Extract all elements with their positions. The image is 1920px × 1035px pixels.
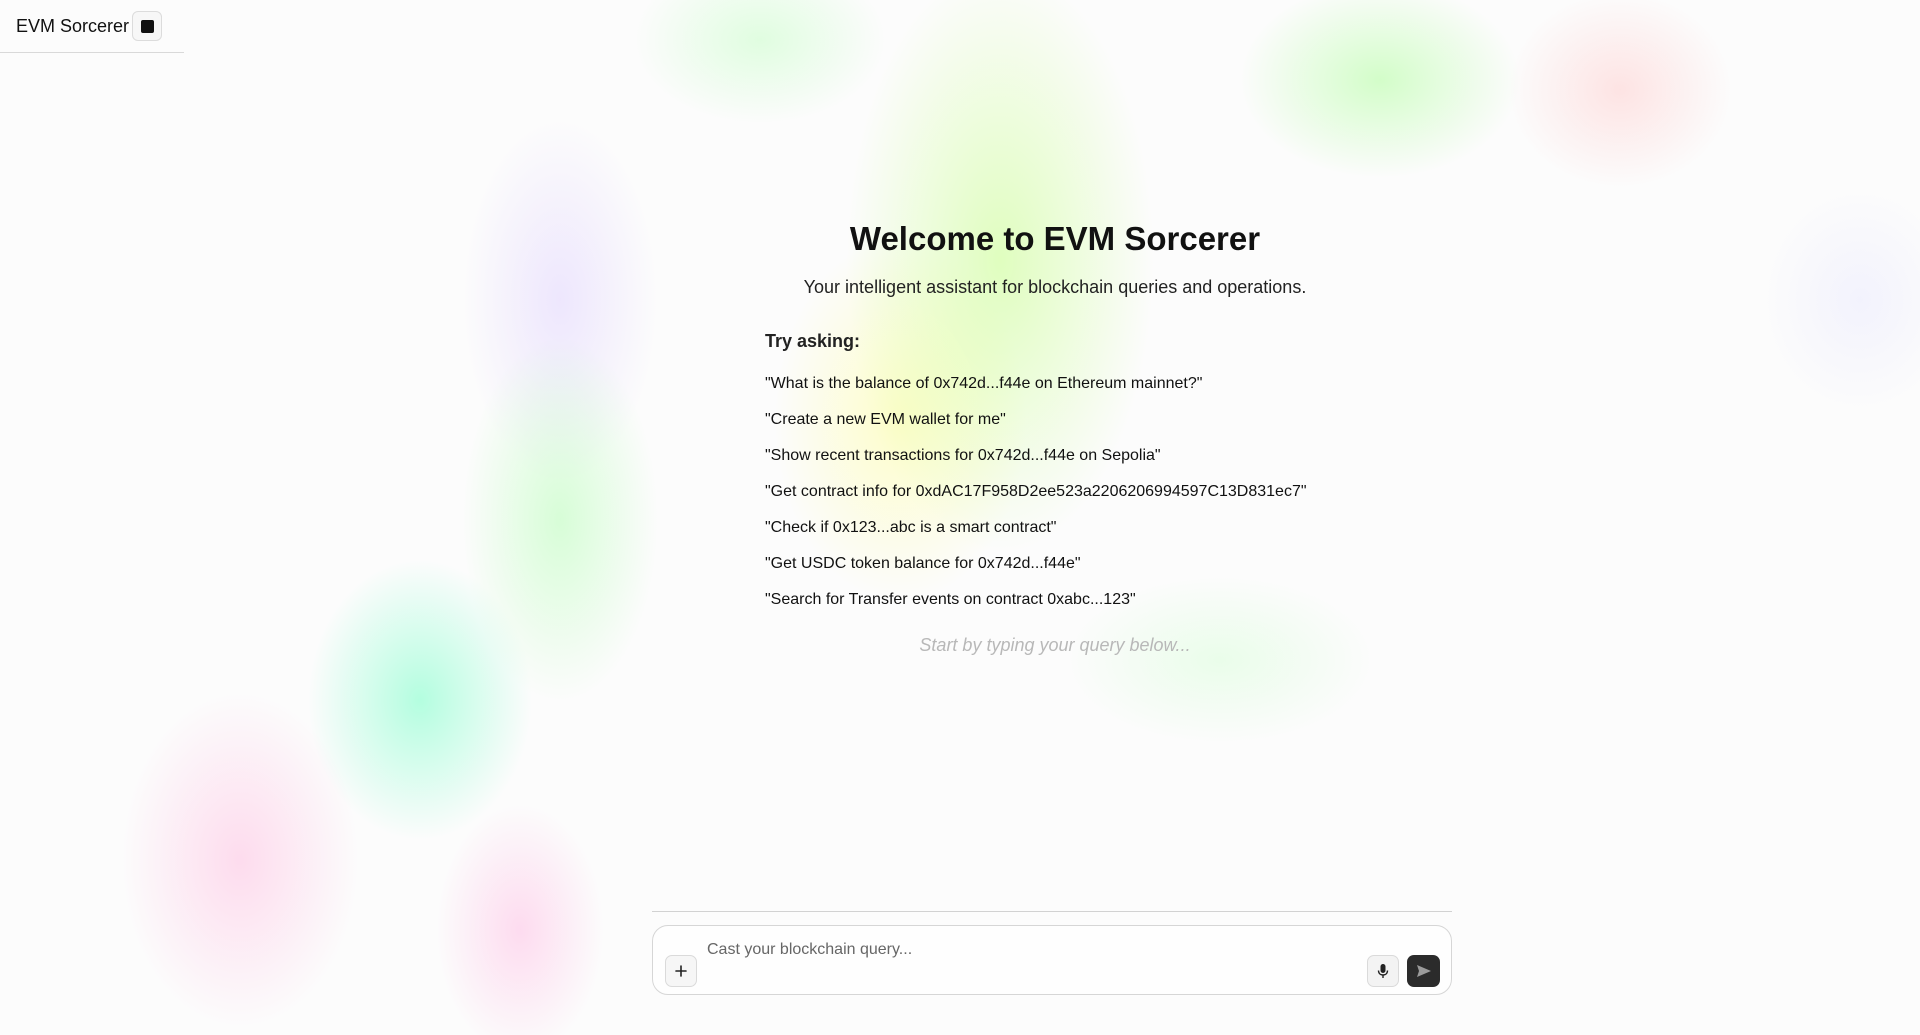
example-query: "Create a new EVM wallet for me" [765,411,1006,428]
start-hint: Start by typing your query below... [919,635,1191,655]
example-query: "Check if 0x123...abc is a smart contrac… [765,519,1057,536]
welcome-panel: Welcome to EVM Sorcerer Your intelligent… [765,220,1345,656]
plus-icon [675,965,687,977]
app-title: EVM Sorcerer [16,15,130,36]
example-query: "Get contract info for 0xdAC17F958D2ee52… [765,483,1307,500]
microphone-button[interactable] [1367,955,1399,987]
send-button[interactable] [1407,955,1440,987]
query-composer [652,925,1452,995]
query-input[interactable] [707,936,1347,964]
example-query: "Show recent transactions for 0x742d...f… [765,447,1161,464]
example-query: "Search for Transfer events on contract … [765,591,1136,608]
composer-divider [652,911,1452,912]
microphone-icon [1377,964,1389,978]
welcome-subtitle: Your intelligent assistant for blockchai… [803,277,1307,297]
top-header: EVM Sorcerer [0,0,184,53]
stop-button[interactable] [132,11,163,41]
welcome-title: Welcome to EVM Sorcerer [849,220,1261,257]
example-list: "What is the balance of 0x742d...f44e on… [765,366,1345,618]
try-asking-label: Try asking: [765,331,861,351]
example-query: "What is the balance of 0x742d...f44e on… [765,375,1203,392]
send-icon [1416,965,1431,977]
example-query: "Get USDC token balance for 0x742d...f44… [765,555,1081,572]
attach-button[interactable] [665,955,697,987]
stop-square-icon [140,19,154,33]
